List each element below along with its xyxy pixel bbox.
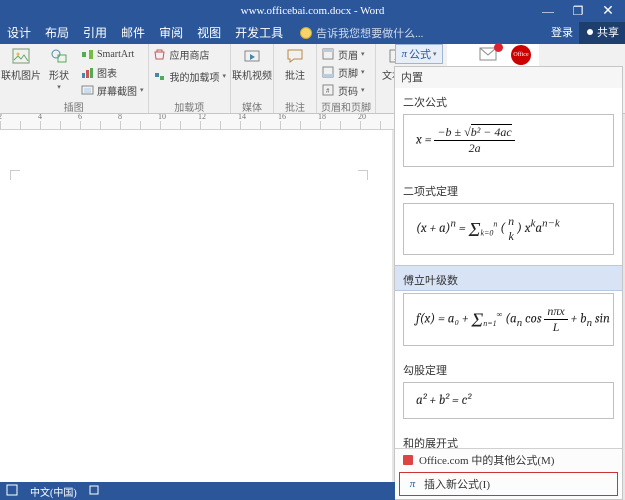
- window-title: www.officebai.com.docx - Word: [241, 5, 385, 17]
- macro-record-icon[interactable]: [89, 485, 99, 498]
- screenshot-icon: [80, 83, 94, 97]
- smartart-icon: [80, 47, 94, 61]
- comment-icon: [285, 46, 305, 66]
- status-bar: 中文(中国): [0, 482, 395, 500]
- online-video-button[interactable]: 联机视频: [235, 46, 269, 82]
- online-pictures-button[interactable]: 联机图片: [4, 46, 38, 82]
- office-logo-icon[interactable]: Office: [511, 45, 531, 65]
- page-number-icon: #: [321, 83, 335, 97]
- document-canvas[interactable]: [0, 130, 392, 482]
- gallery-header: 内置: [395, 67, 622, 88]
- header-button[interactable]: 页眉▾: [321, 46, 365, 62]
- tab-references[interactable]: 引用: [76, 22, 114, 44]
- svg-text:#: #: [326, 87, 330, 95]
- dropdown-arrow-icon: ▾: [433, 50, 437, 58]
- section-pythag: 勾股定理: [395, 356, 622, 380]
- video-icon: [242, 46, 262, 66]
- screenshot-button[interactable]: 屏幕截图▾: [80, 82, 144, 98]
- more-equations-office-link[interactable]: Office.com 中的其他公式(M): [395, 449, 622, 471]
- minimize-button[interactable]: —: [533, 4, 563, 19]
- signin-link[interactable]: 登录: [545, 22, 579, 44]
- equation-dropdown-button[interactable]: π 公式 ▾: [395, 44, 443, 64]
- group-addins: 应用商店 我的加载项▾ 加载项: [149, 44, 232, 113]
- comment-button[interactable]: 批注: [278, 46, 312, 82]
- pi-small-icon: π: [406, 478, 419, 491]
- footer-icon: [321, 65, 335, 79]
- shapes-button[interactable]: 形状 ▾: [42, 46, 76, 91]
- pi-icon: π: [401, 48, 407, 60]
- title-bar: www.officebai.com.docx - Word — ❐ ✕: [0, 0, 625, 22]
- tab-review[interactable]: 审阅: [152, 22, 190, 44]
- my-addins-button[interactable]: 我的加载项▾: [153, 68, 227, 84]
- tab-layout[interactable]: 布局: [38, 22, 76, 44]
- addins-icon: [153, 69, 167, 83]
- close-button[interactable]: ✕: [593, 3, 623, 20]
- ruler: 2468101214161820222426283032343638404244: [0, 114, 395, 130]
- tab-design[interactable]: 设计: [0, 22, 38, 44]
- tell-me-placeholder: 告诉我您想要做什么...: [316, 25, 423, 41]
- page-corner-icon: [10, 170, 20, 180]
- store-button[interactable]: 应用商店: [153, 46, 227, 62]
- equation-preview-pythag[interactable]: a² + b² = c²: [403, 382, 614, 419]
- language-indicator[interactable]: 中文(中国): [30, 484, 77, 499]
- chart-icon: [80, 65, 94, 79]
- section-binomial: 二项式定理: [395, 177, 622, 201]
- dropdown-arrow-icon: ▾: [57, 83, 61, 91]
- footer-button[interactable]: 页脚▾: [321, 64, 365, 80]
- picture-icon: [11, 46, 31, 66]
- spell-check-icon[interactable]: [6, 484, 18, 499]
- ribbon-tabs: 设计 布局 引用 邮件 审阅 视图 开发工具 告诉我您想要做什么... 登录 共…: [0, 22, 625, 44]
- section-quadratic: 二次公式: [395, 88, 622, 112]
- notification-area: Office: [447, 44, 539, 66]
- tell-me-box[interactable]: 告诉我您想要做什么...: [290, 22, 545, 44]
- store-icon: [153, 47, 167, 61]
- tab-view[interactable]: 视图: [190, 22, 228, 44]
- share-button[interactable]: 共享: [579, 22, 625, 44]
- section-fourier: 傅立叶级数: [395, 265, 622, 291]
- shapes-icon: [49, 46, 69, 66]
- share-icon: [585, 28, 595, 38]
- office-small-icon: [401, 454, 414, 467]
- insert-new-equation-button[interactable]: π 插入新公式(I): [399, 472, 618, 496]
- group-media: 联机视频 媒体: [231, 44, 274, 113]
- restore-button[interactable]: ❐: [563, 4, 593, 19]
- tab-developer[interactable]: 开发工具: [228, 22, 290, 44]
- page-corner-icon: [358, 170, 368, 180]
- group-illustrations: 联机图片 形状 ▾ SmartArt 图表 屏幕截图▾ 插图: [0, 44, 149, 113]
- gallery-footer: Office.com 中的其他公式(M) π 插入新公式(I): [395, 448, 622, 499]
- section-expand: 和的展开式: [395, 429, 622, 448]
- bulb-icon: [300, 27, 312, 39]
- equation-preview-fourier[interactable]: f(x) = a₀ + Σn=1∞ (an cos nπxL + bn sin …: [403, 293, 614, 346]
- header-icon: [321, 47, 335, 61]
- tab-mailings[interactable]: 邮件: [114, 22, 152, 44]
- equation-gallery: 内置 二次公式 x = −b ± √b² − 4ac2a 二项式定理 (x + …: [394, 66, 623, 500]
- mail-icon[interactable]: [479, 47, 497, 64]
- chart-button[interactable]: 图表: [80, 64, 144, 80]
- group-header-footer: 页眉▾ 页脚▾ #页码▾ 页眉和页脚: [317, 44, 376, 113]
- equation-preview-quadratic[interactable]: x = −b ± √b² − 4ac2a: [403, 114, 614, 167]
- page-number-button[interactable]: #页码▾: [321, 82, 365, 98]
- smartart-button[interactable]: SmartArt: [80, 46, 144, 62]
- equation-preview-binomial[interactable]: (x + a)n = Σk=0n (nk) xkan−k: [403, 203, 614, 255]
- group-comments: 批注 批注: [274, 44, 317, 113]
- badge-icon: [494, 43, 503, 52]
